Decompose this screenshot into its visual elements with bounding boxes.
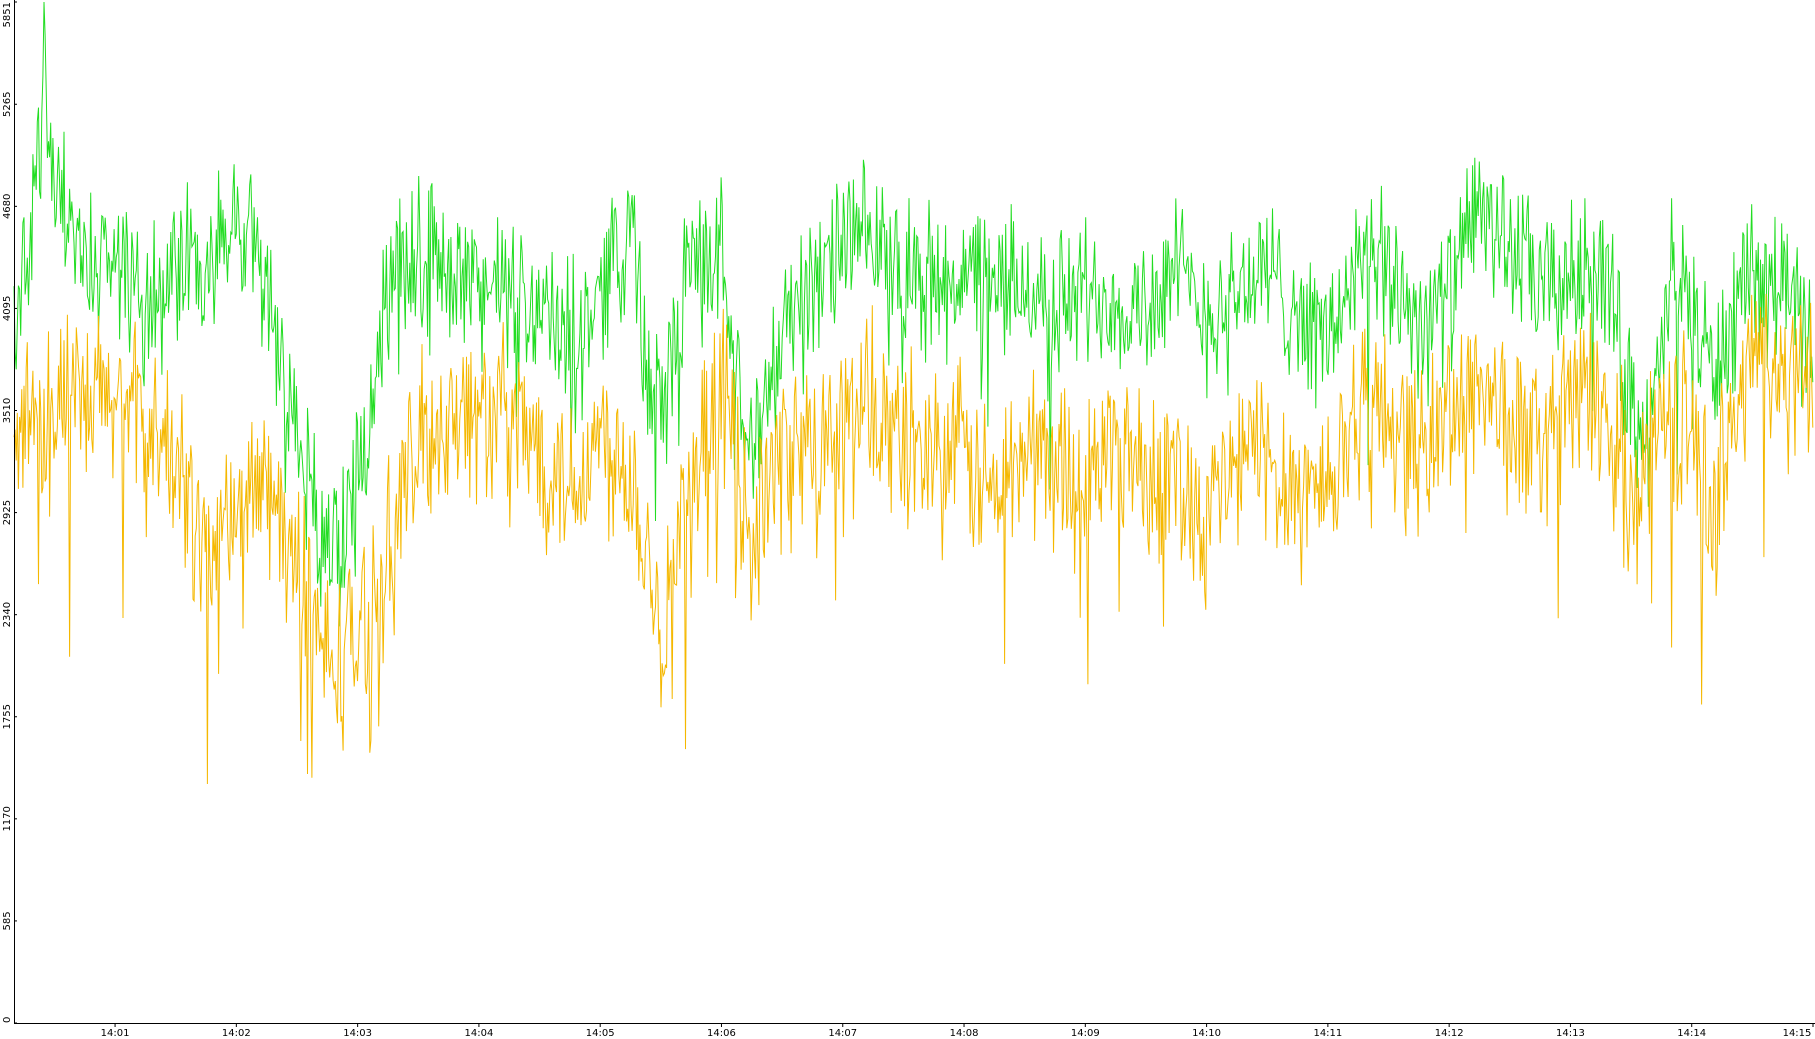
x-tick-label: 14:01 [101,1028,130,1039]
x-tick-label: 14:15 [1783,1028,1812,1039]
y-tick-label: 2925 [2,500,13,525]
y-tick-label: 4095 [2,296,13,321]
x-tick-label: 14:07 [828,1028,857,1039]
x-tick-label: 14:09 [1071,1028,1100,1039]
y-tick-label: 0 [2,1017,13,1023]
x-tick-label: 14:14 [1677,1028,1706,1039]
x-tick-label: 14:06 [707,1028,736,1039]
y-tick-label: 1170 [2,806,13,831]
x-tick-label: 14:02 [222,1028,251,1039]
x-tick-label: 14:05 [586,1028,615,1039]
throughput-line-chart: 0 585 1170 1755 2340 2925 3510 4095 4680 5265 5851… [0,0,1815,1039]
y-tick-label: 1755 [2,704,13,729]
x-tick-label: 14:13 [1556,1028,1585,1039]
x-tick-label: 14:04 [464,1028,493,1039]
y-tick-label: 5265 [2,92,13,117]
y-tick-label: 2340 [2,602,13,627]
y-tick-label: 3510 [2,398,13,423]
x-tick-label: 14:12 [1435,1028,1464,1039]
x-tick-label: 14:08 [950,1028,979,1039]
y-tick-label: 5851 [2,2,13,27]
y-tick-label: 4680 [2,194,13,219]
y-tick-label: 585 [2,911,13,930]
x-tick-label: 14:03 [343,1028,372,1039]
x-tick-label: 14:11 [1313,1028,1342,1039]
x-tick-label: 14:10 [1192,1028,1221,1039]
